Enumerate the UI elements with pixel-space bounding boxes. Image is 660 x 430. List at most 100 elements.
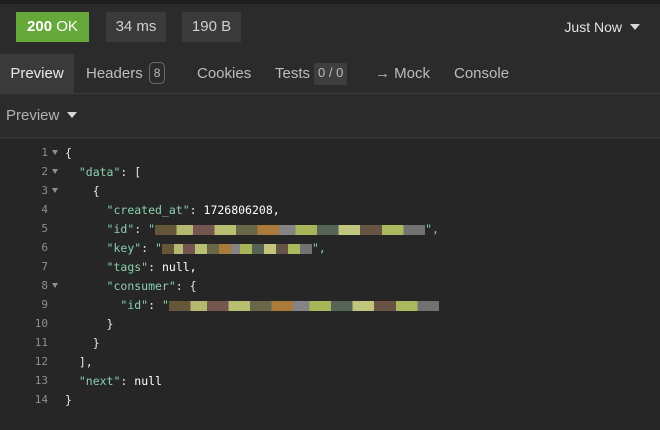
code-line: 4 "created_at": 1726806208,: [0, 201, 660, 219]
tab-mock[interactable]: → Mock: [375, 54, 430, 93]
colon: :: [141, 241, 149, 255]
code-line: 8 "consumer": {: [0, 277, 660, 295]
json-key: "tags": [106, 260, 149, 274]
response-status-bar: 200 OK 34 ms 190 B Just Now: [0, 0, 660, 54]
bracket: ],: [78, 355, 93, 369]
tab-label: Console: [454, 65, 510, 82]
tab-console[interactable]: Console: [454, 54, 509, 93]
code-text: "id": ": [65, 296, 439, 314]
json-key: "consumer": [106, 279, 176, 293]
code-text: {: [65, 144, 72, 162]
line-number: 7: [41, 260, 48, 273]
colon: :: [120, 374, 128, 388]
history-label: Just Now: [564, 19, 622, 35]
json-key: "next": [78, 374, 121, 388]
status-code: 200: [27, 18, 53, 35]
code-line: 1 {: [0, 144, 660, 162]
code-text: }: [65, 315, 114, 333]
json-key: "data": [78, 165, 121, 179]
code-text: "tags": null,: [65, 258, 197, 276]
colon: :: [148, 260, 156, 274]
code-text: "consumer": {: [65, 277, 197, 295]
quote: ",: [425, 222, 439, 236]
code-line: 10 }: [0, 315, 660, 333]
status-text: OK: [56, 18, 78, 35]
code-line: 14 }: [0, 391, 660, 409]
json-value: null,: [161, 260, 197, 274]
line-number: 10: [34, 317, 48, 330]
fold-arrow-icon[interactable]: [52, 283, 58, 288]
line-number: 14: [34, 393, 48, 406]
redacted-value: [161, 243, 312, 254]
json-key: "id": [120, 298, 149, 312]
code-line: 9 "id": ": [0, 296, 660, 314]
quote: ",: [311, 241, 326, 255]
code-text: }: [65, 334, 100, 352]
json-value: 1726806208,: [203, 203, 280, 217]
code-text: "created_at": 1726806208,: [65, 201, 280, 219]
json-key: "key": [106, 241, 142, 255]
tab-label: Headers: [86, 65, 143, 82]
colon: :: [189, 203, 197, 217]
tests-count-badge: 0 / 0: [314, 63, 348, 85]
line-number: 8: [41, 279, 48, 292]
fold-arrow-icon[interactable]: [52, 150, 58, 155]
tab-tests[interactable]: Tests 0 / 0: [275, 54, 348, 93]
tab-label: Tests: [275, 65, 311, 82]
tab-preview[interactable]: Preview: [0, 54, 74, 93]
redacted-value: [168, 300, 439, 311]
chevron-down-icon: [67, 112, 78, 119]
line-number: 2: [41, 165, 48, 178]
code-text: "key": " ",: [65, 239, 326, 257]
history-dropdown[interactable]: Just Now: [564, 12, 640, 42]
brace: }: [106, 317, 114, 331]
code-text: "id": " ",: [65, 220, 439, 238]
tab-headers[interactable]: Headers 8: [86, 54, 166, 93]
tab-cookies[interactable]: Cookies: [197, 54, 251, 93]
code-text: ],: [65, 353, 93, 371]
line-number: 6: [41, 241, 48, 254]
tab-label: Cookies: [197, 65, 252, 82]
json-key: "id": [106, 222, 135, 236]
line-number: 12: [34, 355, 48, 368]
line-number: 4: [41, 203, 48, 216]
tab-label: Preview: [10, 65, 64, 82]
line-number: 3: [41, 184, 48, 197]
status-badge: 200 OK: [16, 12, 89, 42]
bracket: [: [134, 165, 142, 179]
line-number: 13: [34, 374, 48, 387]
code-text: "data": [: [65, 163, 141, 181]
colon: :: [134, 222, 142, 236]
fold-arrow-icon[interactable]: [52, 169, 58, 174]
fold-arrow-icon[interactable]: [52, 188, 58, 193]
code-line: 11 }: [0, 334, 660, 352]
code-text: "next": null: [65, 372, 162, 390]
brace: {: [65, 146, 72, 160]
code-line: 12 ],: [0, 353, 660, 371]
code-text: }: [65, 391, 72, 409]
quote: ": [148, 222, 156, 236]
response-size-badge: 190 B: [182, 12, 241, 42]
code-line: 2 "data": [: [0, 163, 660, 181]
response-time-badge: 34 ms: [106, 12, 166, 42]
line-number: 5: [41, 222, 48, 235]
preview-mode-dropdown[interactable]: Preview: [6, 107, 78, 124]
response-body-viewer[interactable]: 1 { 2 "data": [ 3 { 4 "created_at": 1726…: [0, 139, 660, 430]
quote: ": [155, 241, 162, 255]
colon: :: [175, 279, 183, 293]
quote: ": [161, 298, 169, 312]
headers-count-badge: 8: [148, 62, 166, 84]
code-text: {: [65, 182, 100, 200]
response-tabs: Preview Headers 8 Cookies Tests 0 / 0 → Mo…: [0, 54, 660, 94]
code-line: 6 "key": " ",: [0, 239, 660, 257]
line-number: 1: [41, 146, 48, 159]
brace: {: [92, 184, 100, 198]
tab-label: → Mock: [375, 65, 431, 82]
json-value: null: [134, 374, 162, 388]
colon: :: [120, 165, 128, 179]
preview-mode-label: Preview: [6, 107, 60, 124]
code-line: 13 "next": null: [0, 372, 660, 390]
code-line: 7 "tags": null,: [0, 258, 660, 276]
chevron-down-icon: [630, 24, 640, 31]
colon: :: [148, 298, 156, 312]
